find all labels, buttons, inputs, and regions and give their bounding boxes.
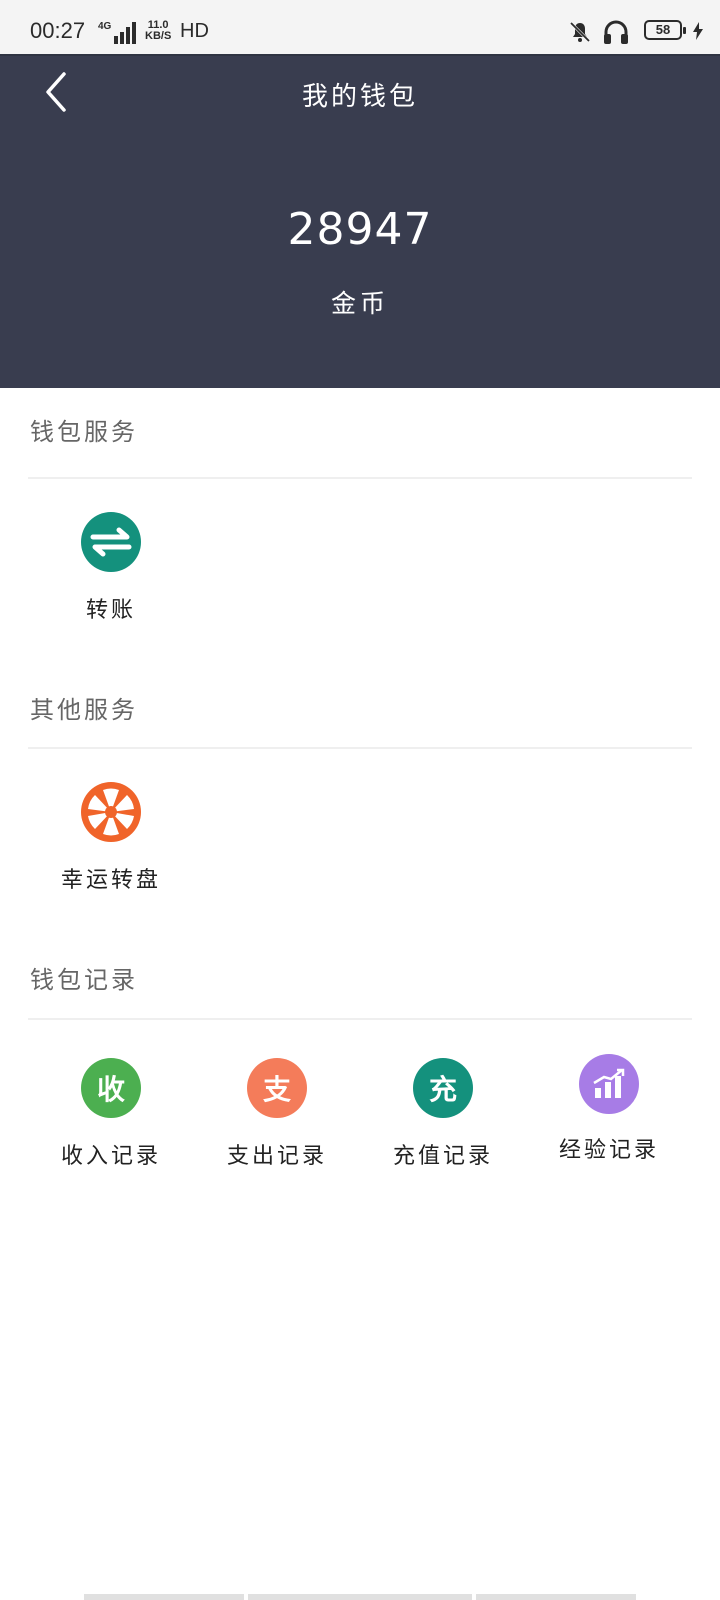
status-time: 00:27 xyxy=(30,18,86,43)
income-record-button[interactable]: 收 收入记录 xyxy=(28,1058,194,1169)
nav-gesture-bar xyxy=(84,1594,244,1600)
network-speed: 11.0 KB/S xyxy=(145,20,171,42)
section-title-wallet-records: 钱包记录 xyxy=(30,966,138,994)
divider xyxy=(28,747,692,749)
transfer-icon xyxy=(81,512,141,572)
balance-unit: 金币 xyxy=(330,289,389,318)
nav-gesture-bar xyxy=(476,1594,636,1600)
recharge-icon: 充 xyxy=(413,1058,473,1118)
divider xyxy=(28,477,692,479)
section-title-other-services: 其他服务 xyxy=(30,696,138,724)
experience-chart-icon xyxy=(579,1054,639,1114)
expense-record-label: 支出记录 xyxy=(226,1144,327,1169)
page-title: 我的钱包 xyxy=(301,82,418,112)
divider xyxy=(28,1018,692,1020)
hd-indicator: HD xyxy=(180,20,209,42)
experience-record-button[interactable]: 经验记录 xyxy=(526,1054,692,1164)
recharge-record-label: 充值记录 xyxy=(392,1144,493,1169)
transfer-label: 转账 xyxy=(85,598,136,623)
income-record-label: 收入记录 xyxy=(60,1144,161,1169)
recharge-record-button[interactable]: 充 充值记录 xyxy=(360,1058,526,1169)
charging-icon xyxy=(693,22,703,40)
mute-bell-icon xyxy=(569,21,591,43)
nav-gesture-bar xyxy=(248,1594,472,1600)
balance-amount: 28947 xyxy=(287,204,433,255)
signal-icon xyxy=(114,22,136,44)
income-icon: 收 xyxy=(81,1058,141,1118)
transfer-button[interactable]: 转账 xyxy=(28,512,194,623)
section-title-wallet-services: 钱包服务 xyxy=(30,418,138,446)
expense-icon: 支 xyxy=(247,1058,307,1118)
network-type: 4G xyxy=(98,21,112,32)
speed-unit: KB/S xyxy=(145,30,172,42)
expense-record-button[interactable]: 支 支出记录 xyxy=(194,1058,360,1169)
lucky-wheel-icon xyxy=(81,782,141,842)
experience-record-label: 经验记录 xyxy=(558,1138,659,1163)
headphone-icon xyxy=(604,20,628,44)
lucky-wheel-button[interactable]: 幸运转盘 xyxy=(28,782,194,893)
lucky-wheel-label: 幸运转盘 xyxy=(60,868,161,893)
battery-indicator: 58 xyxy=(644,20,686,40)
wallet-header: 我的钱包 28947 金币 xyxy=(0,56,720,388)
status-bar: 00:27 4G 11.0 KB/S HD 58 xyxy=(0,0,720,56)
